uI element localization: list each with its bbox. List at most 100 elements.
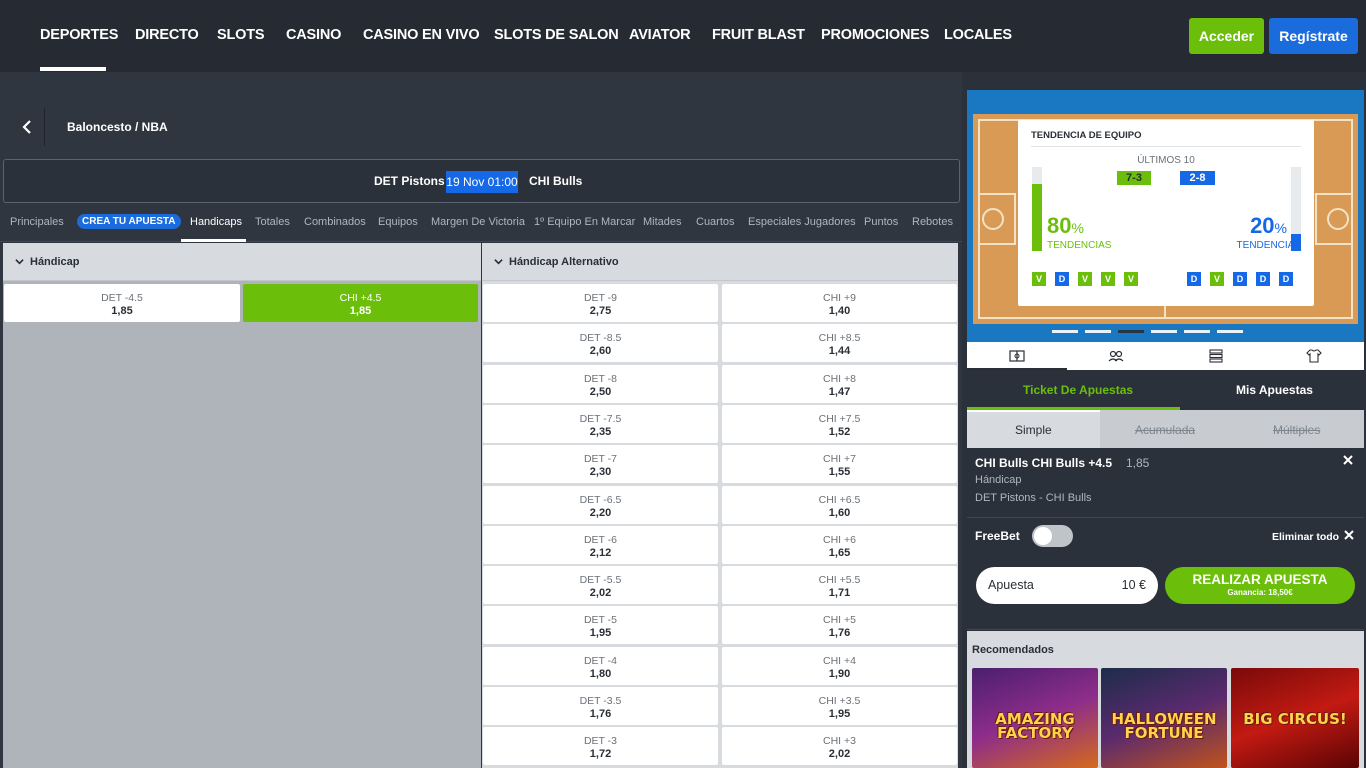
odds-button-home[interactable]: DET -7.5 2,35 <box>483 404 718 443</box>
event-time-badge: 19 Nov 01:00 <box>446 171 518 193</box>
odds-button-home[interactable]: DET -8.5 2,60 <box>483 324 718 363</box>
remove-selection-button[interactable] <box>1343 452 1353 468</box>
game-tile-amazing-factory[interactable]: AMAZING FACTORY <box>972 668 1098 768</box>
odds-button-away[interactable]: CHI +5.5 1,71 <box>722 566 957 605</box>
carousel-dot[interactable] <box>1052 330 1078 333</box>
nav-slots-de-salon[interactable]: SLOTS DE SALON <box>494 27 619 43</box>
carousel-dot[interactable] <box>1085 330 1111 333</box>
odds-button-chi-selected[interactable]: CHI +4.5 1,85 <box>243 284 478 322</box>
odds-label: CHI +9 <box>823 292 856 304</box>
bet-mode-simple[interactable]: Simple <box>1015 423 1052 437</box>
players-icon[interactable] <box>1107 347 1125 365</box>
tab-rebotes[interactable]: Rebotes <box>912 216 953 228</box>
odds-button-home[interactable]: DET -5 1,95 <box>483 606 718 645</box>
game-tile-big-circus[interactable]: BIG CIRCUS! <box>1231 668 1359 768</box>
stake-value[interactable]: 10 € <box>1122 578 1146 592</box>
login-button[interactable]: Acceder <box>1189 18 1264 54</box>
odds-button-home[interactable]: DET -4 1,80 <box>483 646 718 685</box>
odds-label: DET -9 <box>583 292 618 304</box>
odds-button-home[interactable]: DET -6 2,12 <box>483 525 718 564</box>
odds-button-away[interactable]: CHI +3 2,02 <box>722 727 957 766</box>
stake-input[interactable]: Apuesta 10 € <box>976 567 1158 604</box>
odds-button-away[interactable]: CHI +7 1,55 <box>722 445 957 484</box>
tab-margen-de-victoria[interactable]: Margen De Victoria <box>431 216 525 228</box>
tab-crea-tu-apuesta[interactable]: CREA TU APUESTA <box>77 214 181 229</box>
away-record-badge: 2-8 <box>1180 171 1215 185</box>
tab-puntos[interactable]: Puntos <box>864 216 898 228</box>
tab-equipos[interactable]: Equipos <box>378 216 418 228</box>
chevron-down-icon <box>494 259 503 265</box>
jersey-icon[interactable] <box>1305 347 1323 365</box>
tab-especiales-jugadores[interactable]: Especiales Jugadores <box>748 216 856 228</box>
carousel-dot-active[interactable] <box>1118 330 1144 333</box>
tab-mis-apuestas[interactable]: Mis Apuestas <box>1236 383 1313 397</box>
clear-all-icon[interactable] <box>1344 527 1354 543</box>
odds-button-home[interactable]: DET -3 1,72 <box>483 727 718 766</box>
nav-slots[interactable]: SLOTS <box>217 27 265 43</box>
form-result-chip: D <box>1279 272 1293 286</box>
place-bet-button[interactable]: REALIZAR APUESTA Ganancia: 18,50€ <box>1165 567 1355 604</box>
tab-totales[interactable]: Totales <box>255 216 290 228</box>
odds-value: 1,95 <box>828 708 851 720</box>
stake-label: Apuesta <box>988 578 1034 592</box>
form-result-chip: D <box>1256 272 1270 286</box>
odds-button-home[interactable]: DET -7 2,30 <box>483 445 718 484</box>
selection-event: DET Pistons - CHI Bulls <box>975 492 1092 504</box>
tab-handicaps[interactable]: Handicaps <box>190 216 242 228</box>
nav-fruit-blast[interactable]: FRUIT BLAST <box>712 27 805 43</box>
nav-promociones[interactable]: PROMOCIONES <box>821 27 929 43</box>
carousel-dot[interactable] <box>1184 330 1210 333</box>
odds-button-away[interactable]: CHI +4 1,90 <box>722 646 957 685</box>
back-button[interactable] <box>12 112 42 142</box>
tab-cuartos[interactable]: Cuartos <box>696 216 735 228</box>
odds-button-away[interactable]: CHI +8 1,47 <box>722 364 957 403</box>
odds-button-away[interactable]: CHI +8.5 1,44 <box>722 324 957 363</box>
odds-value: 2,50 <box>589 385 612 398</box>
odds-button-away[interactable]: CHI +7.5 1,52 <box>722 404 957 443</box>
bet-mode-multiples[interactable]: Múltiples <box>1273 423 1320 437</box>
betslip-selection: CHI Bulls CHI Bulls +4.5 1,85 Hándicap D… <box>967 448 1364 518</box>
market-header-handicap-alternativo[interactable]: Hándicap Alternativo <box>482 243 958 281</box>
odds-button-home[interactable]: DET -9 2,75 <box>483 284 718 322</box>
odds-button-away[interactable]: CHI +6 1,65 <box>722 525 957 564</box>
register-button[interactable]: Regístrate <box>1269 18 1358 54</box>
odds-button-away[interactable]: CHI +5 1,76 <box>722 606 957 645</box>
tab-mitades[interactable]: Mitades <box>643 216 682 228</box>
stake-row: Apuesta 10 € REALIZAR APUESTA Ganancia: … <box>967 560 1364 630</box>
nav-deportes[interactable]: DEPORTES <box>40 27 118 43</box>
nav-casino-en-vivo[interactable]: CASINO EN VIVO <box>363 27 480 43</box>
freebet-toggle[interactable] <box>1032 525 1073 547</box>
odds-button-away[interactable]: CHI +6.5 1,60 <box>722 485 957 524</box>
court-icon[interactable] <box>1008 347 1026 365</box>
clear-all-button[interactable]: Eliminar todo <box>1272 531 1339 543</box>
nav-directo[interactable]: DIRECTO <box>135 27 199 43</box>
home-form-row: VDVVV <box>1032 272 1147 286</box>
market-header-handicap[interactable]: Hándicap <box>3 243 481 281</box>
carousel-dot[interactable] <box>1217 330 1243 333</box>
breadcrumb[interactable]: Baloncesto / NBA <box>67 120 168 134</box>
nav-aviator[interactable]: AVIATOR <box>629 27 691 43</box>
nav-casino[interactable]: CASINO <box>286 27 341 43</box>
bet-mode-acumulada[interactable]: Acumulada <box>1135 423 1195 437</box>
odds-value: 1,76 <box>828 627 851 640</box>
nav-locales[interactable]: LOCALES <box>944 27 1012 43</box>
odds-button-home[interactable]: DET -8 2,50 <box>483 364 718 403</box>
tab-principales[interactable]: Principales <box>10 216 64 228</box>
odds-button-away[interactable]: CHI +9 1,40 <box>722 284 957 322</box>
list-icon[interactable] <box>1207 347 1225 365</box>
odds-value: 1,85 <box>349 305 372 317</box>
stat-subtitle: ÚLTIMOS 10 <box>1137 155 1195 166</box>
tab-combinados[interactable]: Combinados <box>304 216 366 228</box>
carousel-dot[interactable] <box>1151 330 1177 333</box>
game-tile-halloween-fortune[interactable]: HALLOWEEN FORTUNE <box>1101 668 1227 768</box>
tab-primer-equipo-en-marcar[interactable]: 1º Equipo En Marcar <box>534 216 635 228</box>
odds-button-home[interactable]: DET -5.5 2,02 <box>483 566 718 605</box>
tab-ticket-de-apuestas[interactable]: Ticket De Apuestas <box>1023 383 1133 397</box>
main-content: Baloncesto / NBA DET Pistons CHI Bulls 1… <box>0 72 962 768</box>
odds-label: DET -5 <box>583 614 618 627</box>
odds-button-home[interactable]: DET -6.5 2,20 <box>483 485 718 524</box>
odds-button-det[interactable]: DET -4.5 1,85 <box>4 284 240 322</box>
odds-button-home[interactable]: DET -3.5 1,76 <box>483 687 718 725</box>
odds-button-away[interactable]: CHI +3.5 1,95 <box>722 687 957 725</box>
odds-value: 1,60 <box>828 506 851 519</box>
